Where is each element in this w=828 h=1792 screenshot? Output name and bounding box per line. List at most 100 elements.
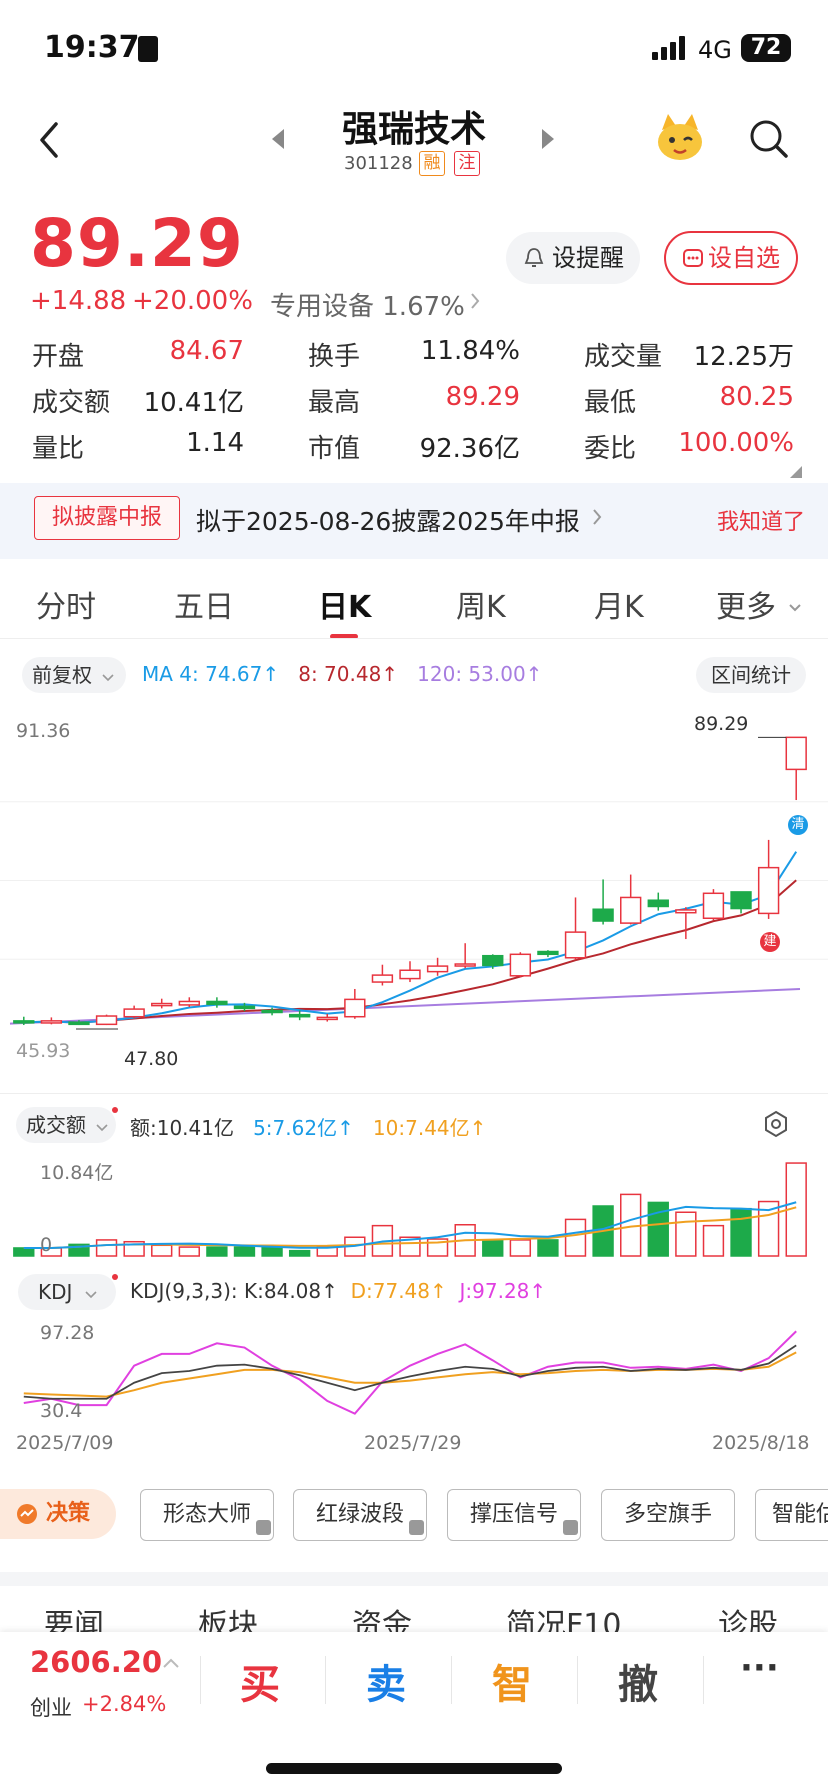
candle-body: [785, 736, 807, 771]
set-alert-label: 设提醒: [552, 244, 624, 272]
stat-bidratio-value: 100.00%: [678, 428, 794, 458]
strategy-smart-valuation[interactable]: 智能估: [755, 1489, 828, 1541]
stat-amount-label: 成交额: [32, 388, 111, 418]
mascot-button[interactable]: [654, 112, 706, 164]
candle-body: [509, 953, 532, 977]
clear-signal-badge[interactable]: 清: [788, 815, 808, 835]
amount-label: 额:10.41亿: [130, 1116, 234, 1140]
stat-open-value: 84.67: [169, 336, 244, 366]
adjust-label: 前复权: [32, 663, 92, 687]
lock-icon: [256, 1520, 271, 1535]
volume-chart[interactable]: [0, 1150, 828, 1262]
kdj-j-line: [23, 1330, 797, 1415]
volume-axis-zero: 0: [40, 1234, 53, 1256]
smart-button[interactable]: 智: [492, 1652, 532, 1710]
banner-text-link[interactable]: 拟于2025-08-26披露2025年中报: [196, 502, 580, 538]
volume-bar: [509, 1239, 532, 1257]
kdj-indicator-selector[interactable]: KDJ: [18, 1274, 116, 1310]
kdj-d-label: D:77.48: [350, 1279, 431, 1303]
search-icon: [750, 120, 788, 158]
volume-bar: [675, 1211, 697, 1257]
strategy-bull-bear[interactable]: 多空旗手: [601, 1489, 735, 1541]
tab-daily-k[interactable]: 日K: [318, 582, 371, 626]
stat-high-value: 89.29: [445, 382, 520, 412]
stat-volratio-value: 1.14: [186, 428, 244, 458]
stock-code: 301128: [344, 153, 413, 174]
tab-weekly-k[interactable]: 周K: [456, 582, 506, 626]
add-watchlist-button[interactable]: 设自选: [664, 231, 798, 285]
watchlist-icon: [683, 249, 703, 267]
tab-five-day[interactable]: 五日: [174, 582, 234, 626]
candle-body: [537, 950, 559, 956]
strategy-support-resistance[interactable]: 撑压信号: [447, 1489, 581, 1541]
divider: [451, 1656, 452, 1704]
volume-bar: [730, 1207, 752, 1257]
date-mid: 2025/7/29: [364, 1432, 462, 1454]
stat-mktcap-value: 92.36亿: [419, 434, 520, 464]
build-signal-badge[interactable]: 建: [760, 932, 780, 952]
set-alert-button[interactable]: 设提醒: [506, 232, 640, 284]
volume-indicator-selector[interactable]: 成交额: [16, 1107, 116, 1143]
chevron-down-icon: [102, 674, 114, 682]
candle-body: [730, 891, 752, 910]
search-button[interactable]: [748, 118, 790, 160]
chevron-right-icon: [592, 508, 602, 530]
candle-body: [68, 1021, 90, 1026]
candle-body: [702, 892, 725, 920]
tab-monthly-k[interactable]: 月K: [594, 582, 644, 626]
high-mark-label: 89.29: [694, 713, 749, 735]
person-icon: [138, 36, 158, 62]
volume-bar: [233, 1246, 256, 1257]
tab-more[interactable]: 更多: [716, 582, 776, 626]
candle-body: [399, 969, 421, 980]
banner-dismiss-button[interactable]: 我知道了: [717, 504, 805, 536]
index-change: +2.84%: [82, 1692, 167, 1716]
stat-low-value: 80.25: [719, 382, 794, 412]
vol-ma5-label: 5:7.62亿: [253, 1116, 338, 1140]
volume-bar: [564, 1218, 587, 1257]
adjust-selector[interactable]: 前复权: [22, 657, 126, 693]
sell-button[interactable]: 卖: [366, 1652, 406, 1710]
margin-tag: 融: [419, 151, 445, 176]
last-price: 89.29: [30, 205, 244, 282]
kdj-params: KDJ(9,3,3):: [130, 1279, 238, 1303]
candle-body: [482, 954, 504, 967]
decision-button[interactable]: 决策: [0, 1489, 116, 1539]
divider: [325, 1656, 326, 1704]
index-value[interactable]: 2606.20: [30, 1645, 162, 1679]
ma120-label: 120: 53.00: [417, 662, 526, 686]
more-button[interactable]: ···: [740, 1648, 779, 1688]
expand-corner-icon[interactable]: [790, 463, 802, 482]
strategy-red-green-band[interactable]: 红绿波段: [293, 1489, 427, 1541]
stat-turnover-value: 11.84%: [420, 336, 520, 366]
candle-body: [288, 1013, 311, 1018]
stat-high-label: 最高: [308, 388, 361, 418]
bell-icon: [524, 248, 544, 267]
lock-icon: [563, 1520, 578, 1535]
buy-button[interactable]: 买: [240, 1652, 280, 1710]
kline-chart[interactable]: [0, 708, 828, 1078]
sector-link[interactable]: 专用设备 1.67%: [270, 286, 465, 323]
strategy-pattern-master[interactable]: 形态大师: [140, 1489, 274, 1541]
volume-bar: [288, 1249, 311, 1257]
range-stats-button[interactable]: 区间统计: [696, 657, 806, 693]
decision-label: 决策: [46, 1501, 91, 1526]
volume-selector-label: 成交额: [26, 1113, 86, 1137]
index-name: 创业: [30, 1696, 72, 1720]
stat-mktcap-label: 市值: [308, 434, 361, 464]
kdj-chart[interactable]: [0, 1315, 828, 1427]
low-mark-label: 47.80: [124, 1048, 179, 1070]
battery-icon: 72: [741, 34, 791, 62]
kdj-k-label: K:84.08: [244, 1279, 322, 1303]
tab-intraday[interactable]: 分时: [36, 582, 96, 626]
price-change: +14.88: [30, 286, 127, 316]
settings-button[interactable]: [762, 1110, 790, 1142]
candle-body: [426, 965, 449, 973]
next-stock-button[interactable]: [540, 128, 556, 154]
price-axis-bottom: 45.93: [16, 1040, 71, 1062]
volume-axis-top: 10.84亿: [40, 1162, 114, 1184]
chevron-right-icon: [470, 292, 480, 314]
registration-tag: 注: [454, 151, 480, 176]
stat-open-label: 开盘: [32, 342, 85, 372]
cancel-order-button[interactable]: 撤: [618, 1652, 658, 1710]
